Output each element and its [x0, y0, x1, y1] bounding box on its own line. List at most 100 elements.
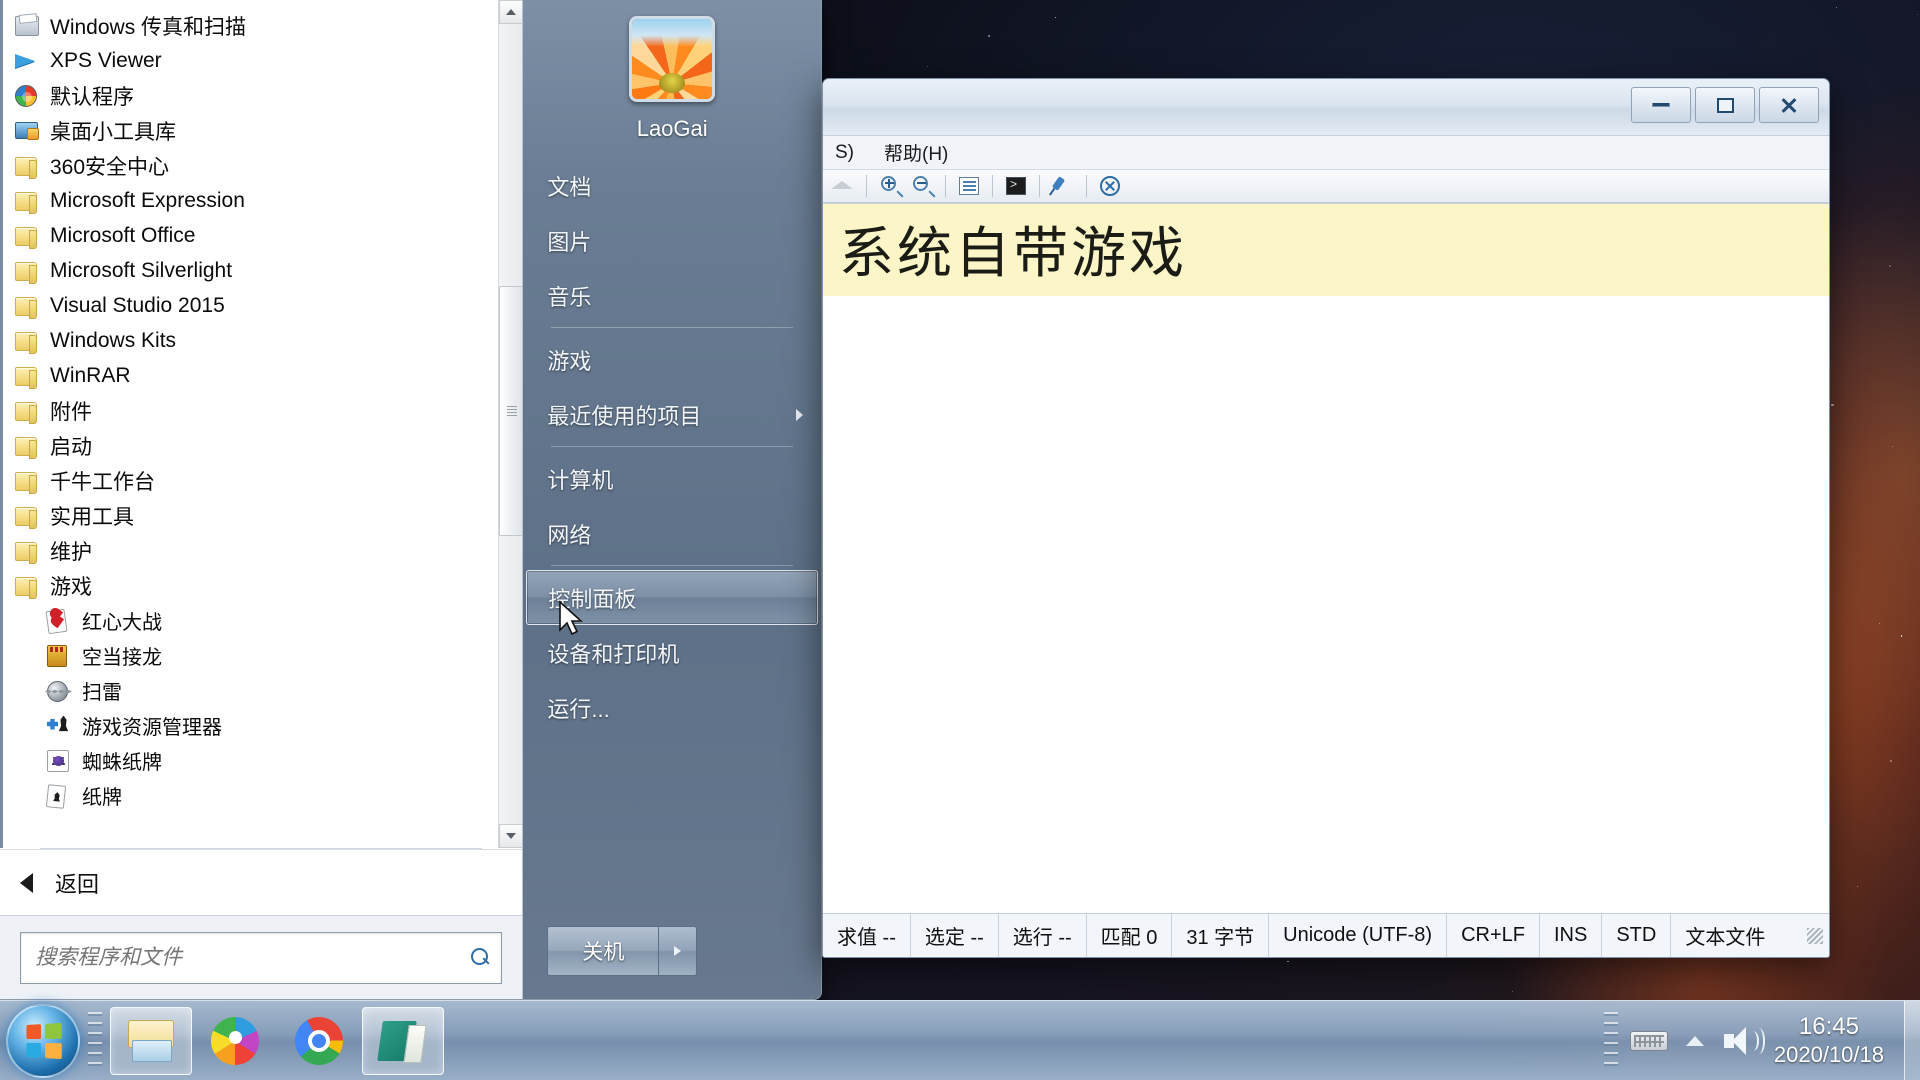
star: [1055, 17, 1056, 18]
status-cell: 匹配 0: [1087, 914, 1173, 957]
search-area: [0, 915, 522, 999]
program-item[interactable]: 空当接龙: [3, 638, 522, 673]
keyboard-icon[interactable]: [1626, 1018, 1672, 1064]
scrollbar-up-button[interactable]: [499, 0, 522, 24]
program-item[interactable]: Microsoft Silverlight: [3, 253, 522, 288]
program-item[interactable]: Windows Kits: [3, 323, 522, 358]
zoom-out-icon[interactable]: [910, 174, 934, 198]
start-menu-item-label: 控制面板: [548, 582, 636, 614]
resize-grip-icon[interactable]: [1807, 928, 1823, 944]
program-item[interactable]: 维护: [3, 533, 522, 568]
avatar[interactable]: [629, 16, 715, 102]
program-item-label: Visual Studio 2015: [50, 294, 225, 318]
program-item[interactable]: 千牛工作台: [3, 463, 522, 498]
program-item[interactable]: Microsoft Office: [3, 218, 522, 253]
star: [1836, 7, 1837, 8]
all-programs-list: Windows 传真和扫描 XPS Viewer 默认程序桌面小工具库360安全中心…: [3, 0, 522, 813]
clock[interactable]: 16:45 2020/10/18: [1764, 1013, 1904, 1067]
program-item[interactable]: 360安全中心: [3, 148, 522, 183]
program-item[interactable]: 游戏资源管理器: [3, 708, 522, 743]
shutdown-options-button[interactable]: [659, 926, 697, 976]
volume-icon[interactable]: [1718, 1018, 1764, 1064]
program-item-label: 启动: [50, 431, 92, 461]
scrollbar-down-button[interactable]: [499, 824, 522, 848]
program-item[interactable]: 纸牌: [3, 778, 522, 813]
program-item[interactable]: 蜘蛛纸牌: [3, 743, 522, 778]
program-item[interactable]: 扫雷: [3, 673, 522, 708]
program-item-label: XPS Viewer: [50, 49, 162, 73]
tray-grip[interactable]: [1604, 1012, 1618, 1070]
program-item[interactable]: Windows 传真和扫描: [3, 8, 522, 43]
all-programs-scroll-area: Windows 传真和扫描 XPS Viewer 默认程序桌面小工具库360安全中心…: [0, 0, 522, 848]
menu-entry[interactable]: 帮助(H): [878, 137, 954, 168]
search-input[interactable]: [35, 946, 469, 970]
restore-button[interactable]: [1695, 87, 1755, 123]
program-item[interactable]: 桌面小工具库: [3, 113, 522, 148]
start-menu-item-8[interactable]: 设备和打印机: [523, 625, 821, 680]
start-menu-item-label: 设备和打印机: [547, 637, 679, 669]
start-menu-item-3[interactable]: 游戏: [523, 332, 821, 387]
document-map-icon[interactable]: [957, 174, 981, 198]
start-menu-item-label: 文档: [547, 170, 591, 202]
taskbar-button-pinwheel-browser[interactable]: [194, 1007, 276, 1075]
user-name[interactable]: LaoGai: [523, 116, 821, 158]
start-menu-item-7[interactable]: 控制面板: [526, 570, 818, 625]
status-cell: 求值 --: [823, 914, 911, 957]
program-item[interactable]: Microsoft Expression: [3, 183, 522, 218]
start-menu-item-2[interactable]: 音乐: [523, 268, 821, 323]
toolbar-separator: [945, 175, 946, 197]
zoom-in-icon[interactable]: [878, 174, 902, 198]
folder-icon: [15, 399, 39, 423]
close-tab-icon[interactable]: [1098, 174, 1122, 198]
minimize-button[interactable]: [1631, 87, 1691, 123]
program-item[interactable]: 实用工具: [3, 498, 522, 533]
program-item[interactable]: Visual Studio 2015: [3, 288, 522, 323]
close-button[interactable]: [1759, 87, 1819, 123]
start-menu-item-6[interactable]: 网络: [523, 506, 821, 561]
menu-bar: S) 帮助(H): [823, 135, 1829, 169]
menu-entry[interactable]: S): [829, 140, 860, 166]
program-item-label: 实用工具: [50, 501, 134, 531]
back-button[interactable]: 返回: [0, 849, 522, 915]
show-desktop-button[interactable]: [1904, 1001, 1920, 1080]
pin-icon[interactable]: [1051, 174, 1075, 198]
program-item[interactable]: 默认程序: [3, 78, 522, 113]
program-item-label: 千牛工作台: [50, 466, 155, 496]
start-button[interactable]: [6, 1004, 80, 1078]
search-box[interactable]: [20, 932, 502, 984]
program-item[interactable]: XPS Viewer: [3, 43, 522, 78]
shutdown-button[interactable]: 关机: [547, 926, 659, 976]
status-cell: CR+LF: [1447, 914, 1540, 957]
text-editor-area[interactable]: 系统自带游戏: [823, 203, 1829, 913]
program-item[interactable]: 附件: [3, 393, 522, 428]
taskbar-button-notepad-plus-plus[interactable]: [362, 1007, 444, 1075]
scrollbar-thumb[interactable]: [499, 286, 522, 536]
search-icon[interactable]: [469, 947, 491, 969]
star-icon[interactable]: [831, 174, 855, 198]
folder-icon: [15, 469, 39, 493]
start-menu-item-4[interactable]: 最近使用的项目: [523, 387, 821, 442]
close-icon: [1780, 96, 1798, 114]
start-menu-item-9[interactable]: 运行...: [523, 680, 821, 735]
console-icon[interactable]: [1004, 174, 1028, 198]
start-menu-item-5[interactable]: 计算机: [523, 451, 821, 506]
start-menu-item-label: 音乐: [547, 280, 591, 312]
programs-scrollbar[interactable]: [498, 0, 522, 848]
window-titlebar[interactable]: [823, 79, 1829, 135]
program-item[interactable]: 启动: [3, 428, 522, 463]
game-explorer-icon: [47, 714, 71, 738]
program-item[interactable]: 游戏: [3, 568, 522, 603]
start-menu-left-panel: Windows 传真和扫描 XPS Viewer 默认程序桌面小工具库360安全中心…: [0, 0, 523, 999]
taskbar-grip[interactable]: [88, 1012, 102, 1070]
program-item[interactable]: WinRAR: [3, 358, 522, 393]
pinwheel-browser-icon: [211, 1017, 259, 1065]
show-hidden-icons-icon[interactable]: [1672, 1018, 1718, 1064]
taskbar-button-chrome[interactable]: [278, 1007, 360, 1075]
start-menu-item-0[interactable]: 文档: [523, 158, 821, 213]
toolbar-separator: [992, 175, 993, 197]
program-item[interactable]: 红心大战: [3, 603, 522, 638]
program-item-label: 360安全中心: [50, 151, 169, 181]
start-menu-item-1[interactable]: 图片: [523, 213, 821, 268]
status-cell: 文本文件: [1671, 914, 1779, 957]
taskbar-button-explorer[interactable]: [110, 1007, 192, 1075]
